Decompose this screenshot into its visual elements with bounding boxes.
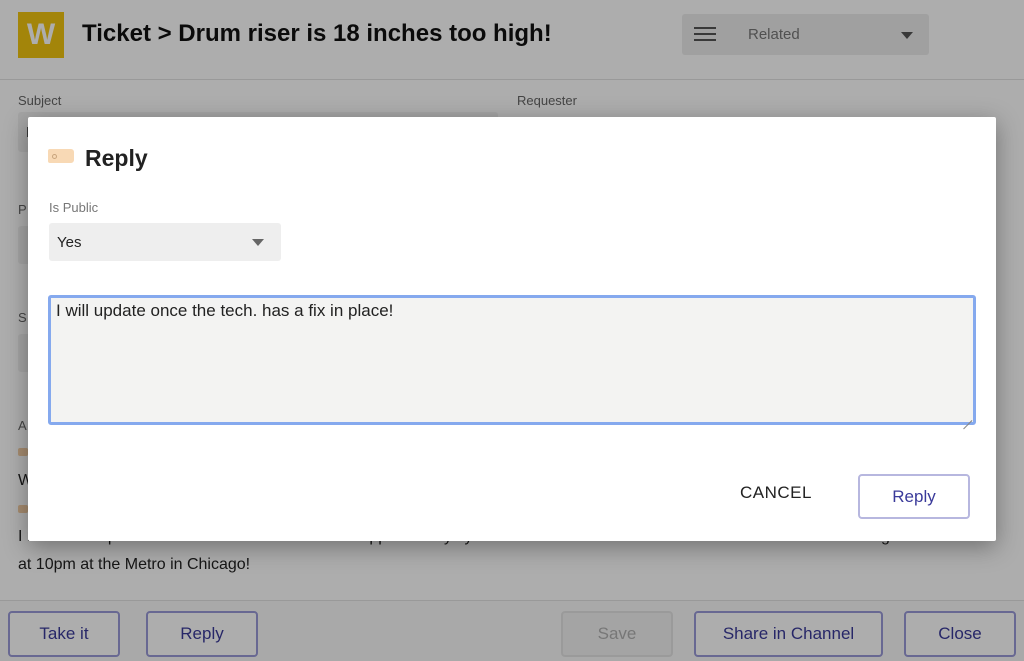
chevron-down-icon: [252, 239, 264, 246]
reply-submit-button[interactable]: Reply: [858, 474, 970, 519]
cancel-button[interactable]: CANCEL: [740, 483, 812, 503]
dialog-title: Reply: [85, 145, 148, 171]
reply-dialog: Reply Is Public Yes I will update once t…: [28, 117, 996, 541]
is-public-label: Is Public: [49, 200, 99, 215]
tag-icon: [48, 149, 74, 163]
is-public-value: Yes: [57, 234, 82, 251]
reply-message-input[interactable]: I will update once the tech. has a fix i…: [48, 295, 976, 425]
resize-handle-icon[interactable]: [962, 411, 972, 421]
is-public-select[interactable]: Yes: [49, 223, 281, 261]
